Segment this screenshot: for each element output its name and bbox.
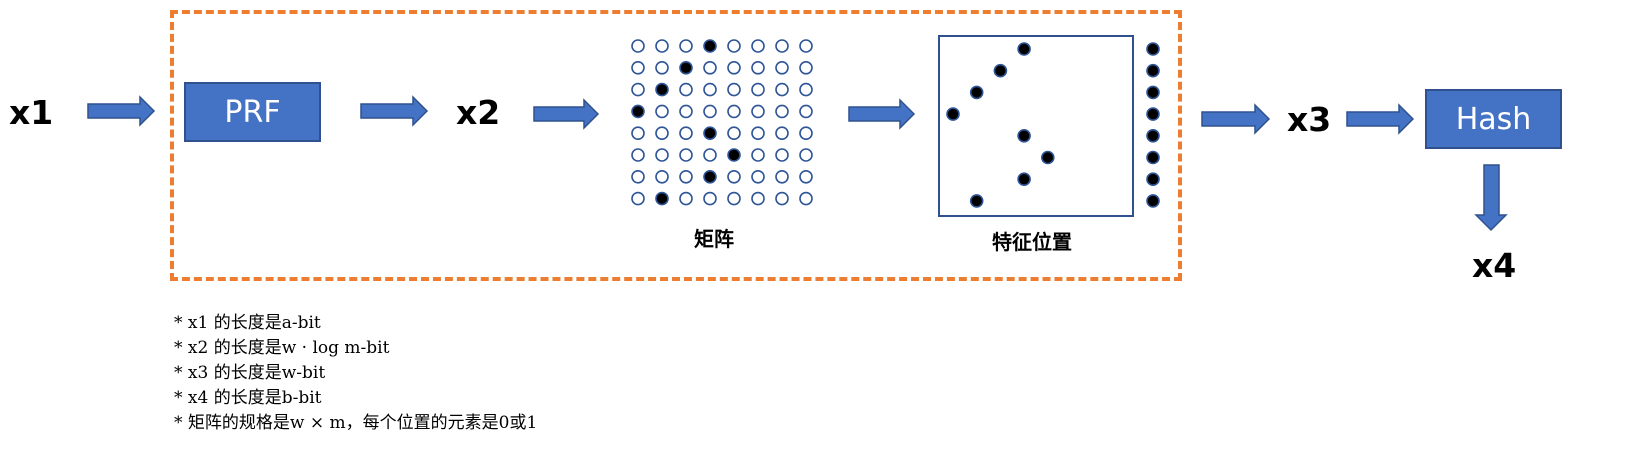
arrow-x3-to-hash: [1346, 103, 1415, 135]
feature-points: [946, 42, 1055, 208]
matrix-cell-empty: [775, 61, 789, 75]
matrix-grid: [631, 39, 813, 206]
matrix-cell-empty: [679, 126, 693, 140]
feature-point: [993, 63, 1008, 78]
matrix-cell-empty: [703, 104, 717, 119]
feature-column-dot: [1146, 150, 1160, 165]
matrix-cell-filled: [727, 148, 741, 162]
matrix-cell-filled: [703, 126, 717, 140]
matrix-cell-empty: [799, 39, 813, 53]
matrix-cell-empty: [751, 148, 765, 162]
feature-point: [1017, 42, 1031, 56]
matrix-cell-empty: [631, 191, 645, 206]
matrix-cell-empty: [727, 82, 741, 97]
matrix-cell-empty: [703, 82, 717, 97]
matrix-cell-filled: [655, 191, 669, 206]
matrix-cell-empty: [727, 170, 741, 184]
matrix-cell-empty: [799, 61, 813, 75]
feature-column-dot: [1146, 194, 1160, 208]
feature-column-dot: [1146, 63, 1160, 78]
matrix-cell-empty: [751, 39, 765, 53]
matrix-cell-empty: [703, 191, 717, 206]
matrix-cell-empty: [655, 104, 669, 119]
feature-point: [1041, 150, 1055, 165]
matrix-cell-filled: [655, 82, 669, 97]
matrix-cell-empty: [751, 82, 765, 97]
matrix-cell-empty: [751, 61, 765, 75]
arrow-matrix-to-features: [848, 98, 916, 130]
arrow-x2-to-matrix: [533, 98, 600, 130]
matrix-cell-empty: [727, 126, 741, 140]
note-x3-length: * x3 的长度是w-bit: [174, 363, 326, 383]
matrix-cell-empty: [799, 82, 813, 97]
matrix-cell-empty: [727, 61, 741, 75]
matrix-cell-empty: [631, 148, 645, 162]
feature-column-dot: [1146, 172, 1160, 186]
arrow-prf-to-x2: [360, 95, 429, 127]
matrix-cell-empty: [679, 82, 693, 97]
note-x2-length: * x2 的长度是w · log m-bit: [174, 338, 390, 358]
matrix-cell-empty: [751, 126, 765, 140]
matrix-cell-empty: [703, 148, 717, 162]
arrow-features-to-x3: [1201, 103, 1271, 135]
matrix-cell-empty: [655, 126, 669, 140]
matrix-cell-empty: [679, 170, 693, 184]
feature-column-dot: [1146, 42, 1160, 56]
matrix-cell-empty: [727, 191, 741, 206]
matrix-cell-empty: [799, 126, 813, 140]
matrix-cell-filled: [631, 104, 645, 119]
matrix-cell-empty: [655, 39, 669, 53]
matrix-cell-empty: [727, 39, 741, 53]
matrix-cell-empty: [655, 61, 669, 75]
matrix-cell-empty: [679, 104, 693, 119]
matrix-cell-empty: [775, 104, 789, 119]
note-x1-length: * x1 的长度是a-bit: [174, 313, 321, 333]
arrow-hash-to-x4: [1474, 164, 1508, 232]
arrows: [87, 95, 1508, 232]
matrix-cell-empty: [631, 61, 645, 75]
matrix-cell-empty: [751, 104, 765, 119]
matrix-cell-empty: [751, 191, 765, 206]
matrix-cell-empty: [799, 191, 813, 206]
matrix-cell-empty: [679, 39, 693, 53]
matrix-cell-empty: [799, 170, 813, 184]
matrix-cell-empty: [775, 82, 789, 97]
matrix-cell-filled: [703, 170, 717, 184]
matrix-cell-empty: [631, 82, 645, 97]
matrix-cell-empty: [727, 104, 741, 119]
matrix-cell-empty: [655, 148, 669, 162]
matrix-cell-empty: [799, 148, 813, 162]
feature-column-dot: [1146, 107, 1160, 121]
note-matrix-spec: * 矩阵的规格是w × m，每个位置的元素是0或1: [174, 413, 538, 433]
feature-column-dot: [1146, 85, 1160, 100]
feature-point: [1017, 172, 1031, 186]
matrix-cell-empty: [775, 191, 789, 206]
arrow-x1-to-prf: [87, 95, 156, 127]
matrix-cell-empty: [799, 104, 813, 119]
feature-point: [946, 107, 960, 121]
features-caption: 特征位置: [992, 230, 1072, 254]
feature-point: [1017, 129, 1031, 143]
matrix-cell-empty: [679, 191, 693, 206]
matrix-cell-empty: [655, 170, 669, 184]
feature-column-dot: [1146, 129, 1160, 143]
matrix-cell-empty: [631, 39, 645, 53]
matrix-cell-empty: [775, 148, 789, 162]
matrix-cell-empty: [775, 39, 789, 53]
feature-point: [969, 85, 984, 100]
note-x4-length: * x4 的长度是b-bit: [174, 388, 322, 408]
matrix-cell-empty: [679, 148, 693, 162]
matrix-cell-filled: [679, 61, 693, 75]
feature-position-frame: [938, 35, 1134, 217]
matrix-caption: 矩阵: [694, 227, 734, 251]
matrix-cell-empty: [631, 126, 645, 140]
feature-column: [1146, 42, 1160, 208]
matrix-cell-empty: [775, 170, 789, 184]
matrix-cell-empty: [631, 170, 645, 184]
matrix-cell-empty: [751, 170, 765, 184]
matrix-cell-empty: [775, 126, 789, 140]
matrix-cell-empty: [703, 61, 717, 75]
matrix-cell-filled: [703, 39, 717, 53]
feature-point: [969, 194, 984, 208]
